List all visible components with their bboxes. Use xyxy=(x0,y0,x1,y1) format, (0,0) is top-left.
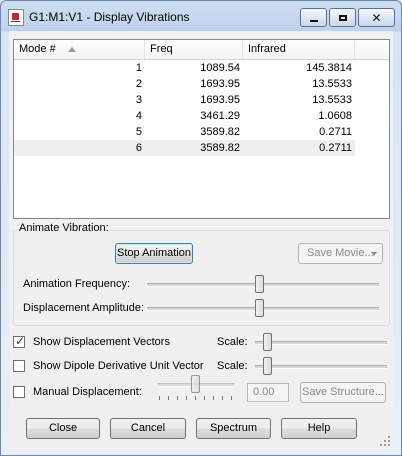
dialog-client-area: Mode # Freq Infrared 1 1089.54 145.3814 … xyxy=(9,31,393,449)
show-dipole-derivative-checkbox[interactable] xyxy=(13,360,25,372)
table-row[interactable]: 3 1693.95 13.5533 xyxy=(14,92,389,108)
save-structure-button[interactable]: Save Structure... xyxy=(300,382,386,403)
dipole-scale-label: Scale: xyxy=(217,360,248,372)
show-dipole-derivative-label: Show Dipole Derivative Unit Vector xyxy=(33,360,204,372)
column-header-freq[interactable]: Freq xyxy=(145,40,243,59)
slider-tick xyxy=(222,396,223,400)
slider-tick xyxy=(231,396,232,400)
manual-displacement-checkbox[interactable] xyxy=(13,386,25,398)
vectors-scale-slider[interactable] xyxy=(255,341,387,345)
window-close-button[interactable]: ✕ xyxy=(358,8,395,27)
window-title: G1:M1:V1 - Display Vibrations xyxy=(29,10,190,24)
vectors-scale-slider-thumb[interactable] xyxy=(263,333,272,351)
cell-freq: 3589.82 xyxy=(200,126,240,138)
cell-mode: 6 xyxy=(135,142,142,154)
cell-mode: 1 xyxy=(135,62,142,74)
animation-frequency-label: Animation Frequency: xyxy=(23,278,130,290)
resize-grip-icon[interactable] xyxy=(380,436,390,446)
displacement-amplitude-slider-thumb[interactable] xyxy=(255,299,264,317)
column-header-infrared[interactable]: Infrared xyxy=(243,40,355,59)
slider-tick xyxy=(195,396,196,400)
close-button[interactable]: Close xyxy=(26,418,100,439)
cell-infrared: 0.2711 xyxy=(319,142,352,154)
vectors-scale-label: Scale: xyxy=(217,336,248,348)
table-header: Mode # Freq Infrared xyxy=(14,40,389,60)
save-movie-label: Save Movie... xyxy=(307,247,374,259)
cell-freq: 3589.82 xyxy=(200,142,240,154)
cell-freq: 1693.95 xyxy=(200,78,240,90)
cell-infrared: 13.5533 xyxy=(312,94,352,106)
displacement-amplitude-label: Displacement Amplitude: xyxy=(23,302,145,314)
slider-tick xyxy=(168,396,169,400)
dipole-scale-slider-thumb[interactable] xyxy=(263,357,272,375)
sort-ascending-icon xyxy=(68,47,76,52)
slider-tick xyxy=(159,396,160,400)
display-vibrations-window: G1:M1:V1 - Display Vibrations ✕ Mode # F… xyxy=(0,0,402,456)
table-body: 1 1089.54 145.3814 2 1693.95 13.5533 3 1… xyxy=(14,60,389,156)
cell-infrared: 145.3814 xyxy=(306,62,352,74)
title-bar[interactable]: G1:M1:V1 - Display Vibrations ✕ xyxy=(1,1,401,31)
minimize-icon xyxy=(309,19,318,22)
cell-freq: 1089.54 xyxy=(200,62,240,74)
animate-vibration-label: Animate Vibration: xyxy=(17,222,111,234)
animation-frequency-slider-thumb[interactable] xyxy=(255,275,264,293)
table-row[interactable]: 4 3461.29 1.0608 xyxy=(14,108,389,124)
column-header-mode[interactable]: Mode # xyxy=(14,40,145,59)
manual-displacement-slider-thumb[interactable] xyxy=(191,375,200,393)
help-button[interactable]: Help xyxy=(281,418,357,439)
slider-tick xyxy=(204,396,205,400)
dipole-scale-slider[interactable] xyxy=(255,365,387,369)
slider-tick xyxy=(213,396,214,400)
manual-displacement-value-field[interactable]: 0.00 xyxy=(247,383,289,402)
cell-freq: 1693.95 xyxy=(200,94,240,106)
vibration-modes-table[interactable]: Mode # Freq Infrared 1 1089.54 145.3814 … xyxy=(13,39,390,219)
slider-tick xyxy=(177,396,178,400)
cell-mode: 3 xyxy=(135,94,142,106)
cell-mode: 4 xyxy=(135,110,142,122)
maximize-button[interactable] xyxy=(329,8,356,27)
save-movie-button[interactable]: Save Movie... xyxy=(298,243,383,264)
manual-displacement-label: Manual Displacement: xyxy=(33,386,142,398)
cancel-button[interactable]: Cancel xyxy=(110,418,186,439)
table-row-selected[interactable]: 6 3589.82 0.2711 xyxy=(14,140,355,156)
minimize-button[interactable] xyxy=(300,8,327,27)
column-header-infrared-label: Infrared xyxy=(248,43,286,55)
show-displacement-vectors-label: Show Displacement Vectors xyxy=(33,336,170,348)
cell-mode: 5 xyxy=(135,126,142,138)
slider-tick xyxy=(186,396,187,400)
cell-infrared: 1.0608 xyxy=(318,110,352,122)
maximize-icon xyxy=(338,14,347,21)
column-header-mode-label: Mode # xyxy=(19,43,56,55)
column-header-freq-label: Freq xyxy=(150,43,173,55)
table-row[interactable]: 5 3589.82 0.2711 xyxy=(14,124,389,140)
table-row[interactable]: 1 1089.54 145.3814 xyxy=(14,60,389,76)
cell-freq: 3461.29 xyxy=(200,110,240,122)
close-icon: ✕ xyxy=(371,10,382,25)
stop-animation-button[interactable]: Stop Animation xyxy=(115,243,193,264)
chevron-down-icon xyxy=(371,252,377,256)
cell-infrared: 13.5533 xyxy=(312,78,352,90)
table-row[interactable]: 2 1693.95 13.5533 xyxy=(14,76,389,92)
cell-mode: 2 xyxy=(135,78,142,90)
spectrum-button[interactable]: Spectrum xyxy=(196,418,271,439)
show-displacement-vectors-checkbox[interactable] xyxy=(13,334,25,348)
cell-infrared: 0.2711 xyxy=(319,126,352,138)
app-icon xyxy=(8,9,24,26)
